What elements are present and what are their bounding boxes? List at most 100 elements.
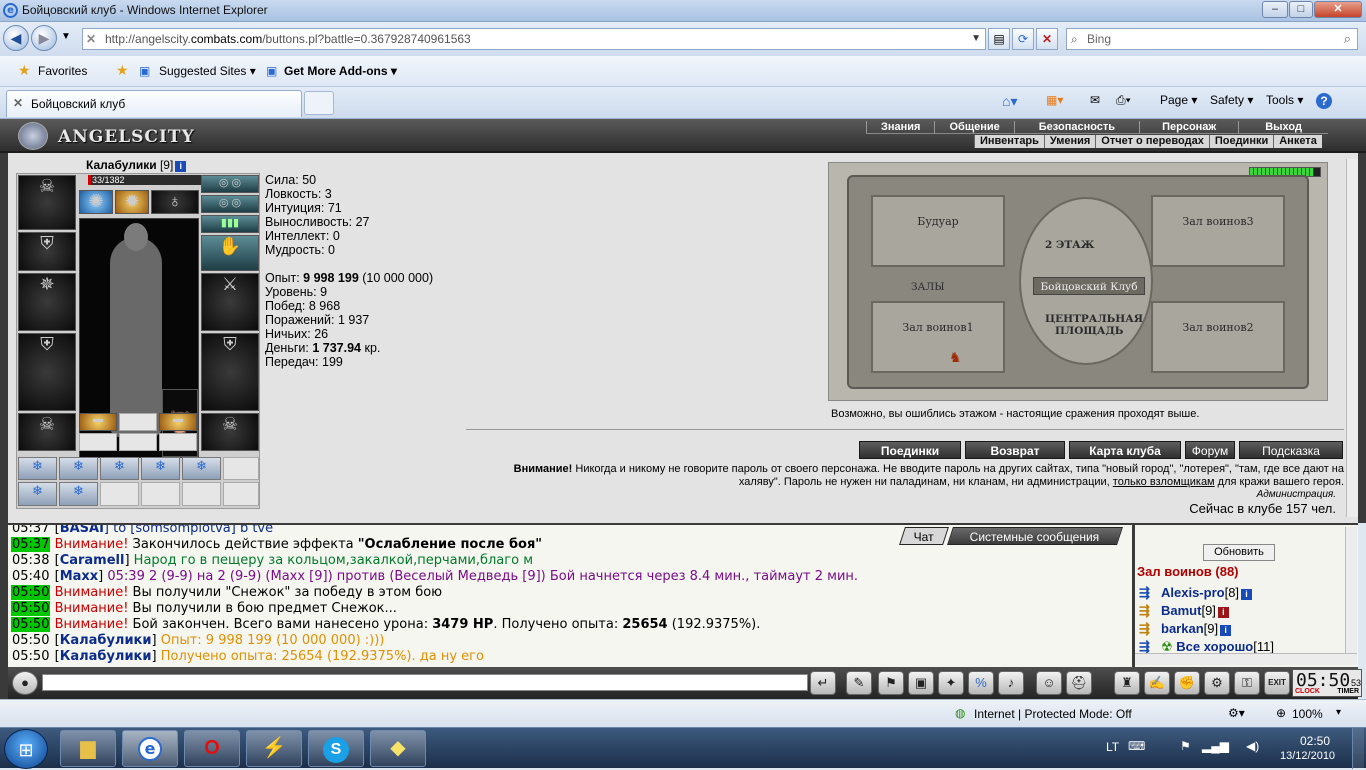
scroll-slot-1[interactable]: ▬ bbox=[79, 413, 117, 431]
start-button[interactable]: ⊞ bbox=[4, 729, 48, 769]
mail-icon[interactable]: ✉ bbox=[1090, 93, 1100, 107]
stop-icon[interactable]: ✕ bbox=[1036, 28, 1058, 50]
chat-input[interactable] bbox=[42, 674, 808, 691]
taskbar-skype[interactable]: S bbox=[308, 730, 364, 767]
tools-menu[interactable]: Tools ▾ bbox=[1266, 93, 1303, 107]
belt-slot[interactable]: ☠ bbox=[18, 413, 76, 451]
close-button[interactable]: ✕ bbox=[1314, 1, 1362, 18]
map-square-label-2[interactable]: ПЛОЩАДЬ bbox=[1055, 325, 1123, 337]
flag-icon[interactable]: ⚑ bbox=[1180, 739, 1191, 753]
search-icon[interactable]: ⌕ bbox=[1344, 29, 1351, 49]
smiley-icon[interactable]: ☺ bbox=[1036, 671, 1062, 695]
clear-icon[interactable]: ✎ bbox=[846, 671, 872, 695]
main-scrollbar[interactable] bbox=[1346, 159, 1358, 517]
network-icon[interactable]: ▂▄▆ bbox=[1202, 739, 1229, 753]
keyboard-icon[interactable]: ⌨ bbox=[1128, 739, 1145, 753]
feeds-icon[interactable]: ▦▾ bbox=[1046, 93, 1063, 107]
map-room-boudoir[interactable]: Будуар bbox=[871, 195, 1005, 267]
bracers-slot[interactable]: ⛨ bbox=[18, 232, 76, 271]
buff-amulet-icon[interactable]: ♁ bbox=[151, 190, 199, 214]
filter-icon[interactable]: ⚑ bbox=[878, 671, 904, 695]
empty-slot-8[interactable] bbox=[182, 482, 221, 506]
tab-active[interactable]: ✕ Бойцовский клуб bbox=[6, 90, 302, 117]
menu-transfer-report[interactable]: Отчет о переводах bbox=[1095, 135, 1209, 148]
hint-button[interactable]: Подсказка bbox=[1239, 441, 1343, 459]
fights-button[interactable]: Поединки bbox=[859, 441, 961, 459]
map-room-hall2[interactable]: Зал воинов2 bbox=[1151, 301, 1285, 373]
show-desktop-button[interactable] bbox=[1352, 728, 1364, 769]
save-icon[interactable]: ▣ bbox=[908, 671, 934, 695]
return-button[interactable]: Возврат bbox=[965, 441, 1065, 459]
map-room-hall3[interactable]: Зал воинов3 bbox=[1151, 195, 1285, 267]
menu-knowledge[interactable]: Знания bbox=[866, 121, 934, 133]
map-floor-label[interactable]: 2 ЭТАЖ bbox=[1045, 239, 1094, 251]
snowball-slot-7[interactable]: ❄ bbox=[59, 482, 98, 506]
send-icon[interactable]: ↵ bbox=[810, 671, 836, 695]
snowball-slot-1[interactable]: ❄ bbox=[18, 457, 57, 480]
info-icon[interactable]: i bbox=[1241, 589, 1253, 600]
action-icon-5[interactable]: ⚿ bbox=[1234, 671, 1260, 695]
action-icon-4[interactable]: ⚙ bbox=[1204, 671, 1230, 695]
weapon-slot[interactable]: ✵ bbox=[18, 273, 76, 331]
compatibility-view-icon[interactable]: ▤ bbox=[988, 28, 1010, 50]
help-icon[interactable]: ? bbox=[1316, 93, 1332, 109]
potion-slots[interactable]: ▮▮▮ bbox=[201, 215, 259, 233]
scroll-slot-2[interactable]: ▬ bbox=[159, 413, 197, 431]
legs-slot[interactable]: ⛨ bbox=[201, 333, 259, 411]
helmet-icon[interactable]: ⛑ bbox=[1066, 671, 1092, 695]
info-icon[interactable]: i bbox=[1220, 625, 1232, 636]
search-input[interactable]: ⌕ Bing ⌕ bbox=[1066, 28, 1358, 50]
buff-frost-icon[interactable]: ✺ bbox=[79, 190, 113, 214]
menu-character[interactable]: Персонаж bbox=[1139, 121, 1238, 133]
sound-icon[interactable]: ♪ bbox=[998, 671, 1024, 695]
buff-fire-icon[interactable]: ✹ bbox=[115, 190, 149, 214]
chat-nick[interactable]: Caramell bbox=[60, 553, 125, 568]
snowball-slot-2[interactable]: ❄ bbox=[59, 457, 98, 480]
menu-skills[interactable]: Умения bbox=[1043, 135, 1095, 148]
empty-slot-2[interactable] bbox=[79, 433, 117, 451]
gloves-slot[interactable]: ✋ bbox=[201, 235, 259, 271]
snowball-slot-3[interactable]: ❄ bbox=[100, 457, 139, 480]
safety-menu[interactable]: Safety ▾ bbox=[1210, 93, 1253, 107]
shield-slot[interactable]: ⚔ bbox=[201, 273, 259, 331]
empty-slot-7[interactable] bbox=[141, 482, 180, 506]
tab-system-messages[interactable]: Системные сообщения bbox=[947, 527, 1123, 545]
zoom-dropdown-icon[interactable]: ▾ bbox=[1336, 707, 1341, 718]
protected-mode-icon[interactable]: ⚙▾ bbox=[1228, 706, 1245, 720]
refresh-icon[interactable]: ⟳ bbox=[1012, 28, 1034, 50]
userlist-scrollbar[interactable] bbox=[1345, 527, 1357, 653]
menu-security[interactable]: Безопасность bbox=[1013, 121, 1139, 133]
empty-slot-5[interactable] bbox=[223, 457, 259, 480]
taskbar-app-notes[interactable]: ◆ bbox=[370, 730, 426, 767]
userlist-hscrollbar[interactable] bbox=[1135, 653, 1357, 665]
refresh-button[interactable]: Обновить bbox=[1203, 544, 1275, 561]
menu-communication[interactable]: Общение bbox=[934, 121, 1013, 133]
security-zone[interactable]: Internet | Protected Mode: Off bbox=[974, 707, 1132, 721]
snowball-slot-5[interactable]: ❄ bbox=[182, 457, 221, 480]
volume-icon[interactable]: ◀) bbox=[1246, 739, 1259, 753]
ring-slot-2[interactable]: ◎ ◎ bbox=[201, 195, 259, 213]
zoom-level[interactable]: 100% bbox=[1292, 707, 1323, 721]
home-icon[interactable]: ⌂▾ bbox=[1002, 93, 1017, 110]
page-menu[interactable]: Page ▾ bbox=[1160, 93, 1197, 107]
add-favorite-icon[interactable]: ★ bbox=[116, 62, 129, 79]
taskbar-opera[interactable]: O bbox=[184, 730, 240, 767]
menu-inventory[interactable]: Инвентарь bbox=[974, 135, 1044, 148]
user-row[interactable]: ⇶ Bamut[9] i bbox=[1139, 603, 1229, 619]
user-row[interactable]: ⇶ Alexis-pro[8] i bbox=[1139, 585, 1253, 601]
action-icon-3[interactable]: ✊ bbox=[1174, 671, 1200, 695]
chat-nick[interactable]: Maxx bbox=[60, 569, 98, 584]
addons-link[interactable]: Get More Add-ons ▾ bbox=[284, 64, 397, 78]
map-halls-label[interactable]: ЗАЛЫ bbox=[911, 281, 945, 293]
club-map-button[interactable]: Карта клуба bbox=[1069, 441, 1181, 459]
action-icon-1[interactable]: ♜ bbox=[1114, 671, 1140, 695]
menu-exit[interactable]: Выход bbox=[1238, 121, 1328, 133]
armor-slot[interactable]: ⛨ bbox=[18, 333, 76, 411]
snowball-slot-6[interactable]: ❄ bbox=[18, 482, 57, 506]
empty-slot-4[interactable] bbox=[159, 433, 197, 451]
favorites-button[interactable]: Favorites bbox=[38, 64, 87, 78]
menu-fights[interactable]: Поединки bbox=[1208, 135, 1273, 148]
address-dropdown-icon[interactable]: ▼ bbox=[971, 29, 981, 49]
tray-time[interactable]: 02:50 bbox=[1300, 734, 1330, 748]
map-square-label-1[interactable]: ЦЕНТРАЛЬНАЯ bbox=[1045, 313, 1143, 325]
